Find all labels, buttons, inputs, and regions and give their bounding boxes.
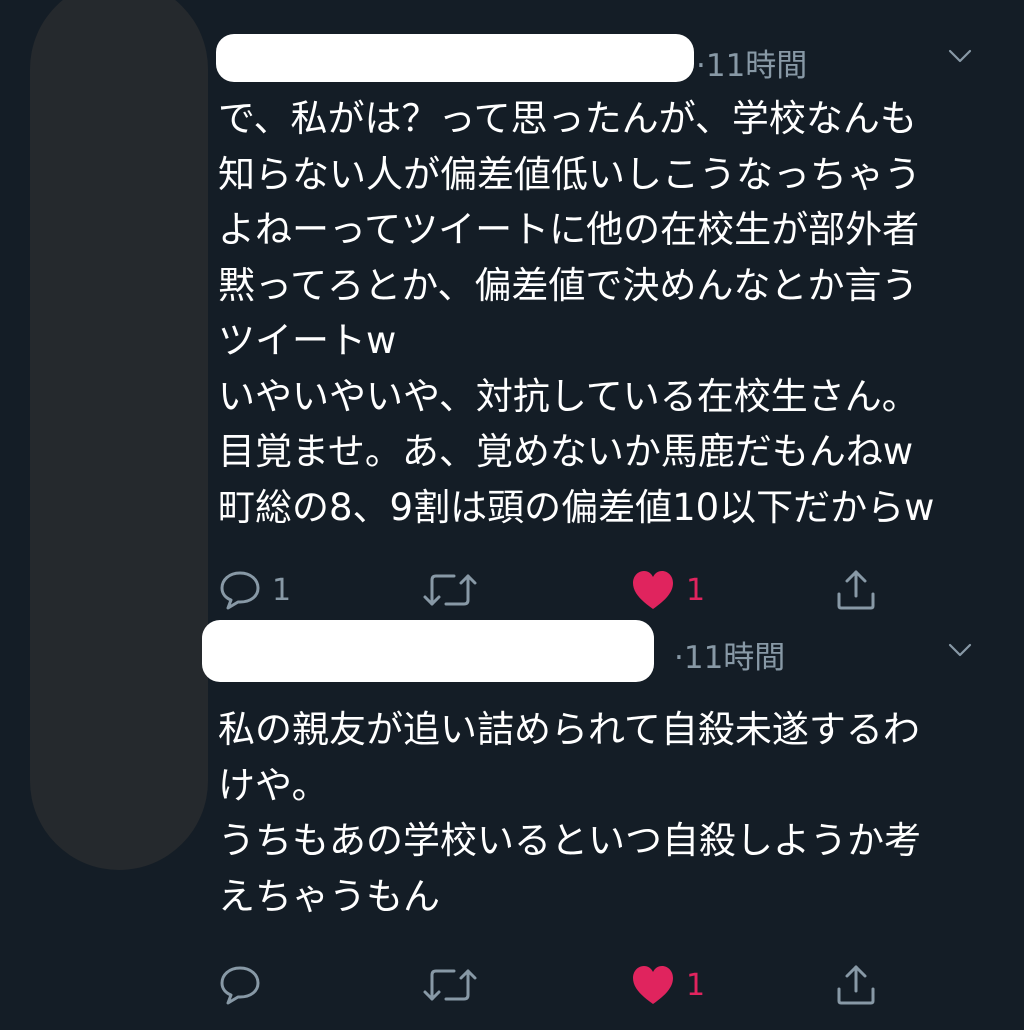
tweet-header: ·11時間 — [216, 28, 1008, 88]
tweet-time[interactable]: ·11時間 — [696, 40, 807, 85]
like-button[interactable]: 1 — [630, 960, 705, 1010]
share-icon — [837, 570, 875, 610]
reply-button[interactable] — [218, 960, 272, 1010]
tweet-actions: 1 — [218, 960, 1008, 1030]
chevron-down-icon[interactable] — [948, 638, 972, 662]
tweet-header: ·11時間 — [202, 612, 1008, 682]
tweet[interactable]: ·11時間 私の親友が追い詰められて自殺未遂するわ けや。 うちもあの学校いると… — [202, 612, 1008, 1030]
chevron-down-icon[interactable] — [948, 44, 972, 68]
tweet[interactable]: ·11時間 で、私がは？って思ったんが、学校なんも 知らない人が偏差値低いしこう… — [216, 28, 1008, 635]
like-button[interactable]: 1 — [630, 565, 705, 615]
retweet-button[interactable] — [422, 960, 488, 1010]
reply-icon — [220, 966, 260, 1005]
reply-button[interactable]: 1 — [218, 565, 291, 615]
retweet-icon — [423, 969, 477, 1001]
avatar-column — [30, 0, 208, 870]
reply-count: 1 — [272, 572, 292, 608]
retweet-icon — [423, 574, 477, 606]
share-icon — [837, 965, 875, 1005]
share-button[interactable] — [834, 565, 878, 615]
share-button[interactable] — [834, 960, 878, 1010]
like-count: 1 — [686, 572, 706, 608]
redacted-username — [216, 34, 694, 82]
tweet-time[interactable]: ·11時間 — [674, 632, 785, 677]
retweet-button[interactable] — [422, 565, 488, 615]
redacted-username — [202, 620, 654, 682]
tweet-text: で、私がは？って思ったんが、学校なんも 知らない人が偏差値低いしこうなっちゃう … — [218, 97, 935, 529]
like-count: 1 — [686, 967, 706, 1003]
heart-filled-icon — [633, 571, 673, 609]
reply-icon — [220, 571, 260, 610]
heart-filled-icon — [633, 966, 673, 1004]
tweet-text: 私の親友が追い詰められて自殺未遂するわ けや。 うちもあの学校いるといつ自殺しよ… — [218, 708, 921, 918]
